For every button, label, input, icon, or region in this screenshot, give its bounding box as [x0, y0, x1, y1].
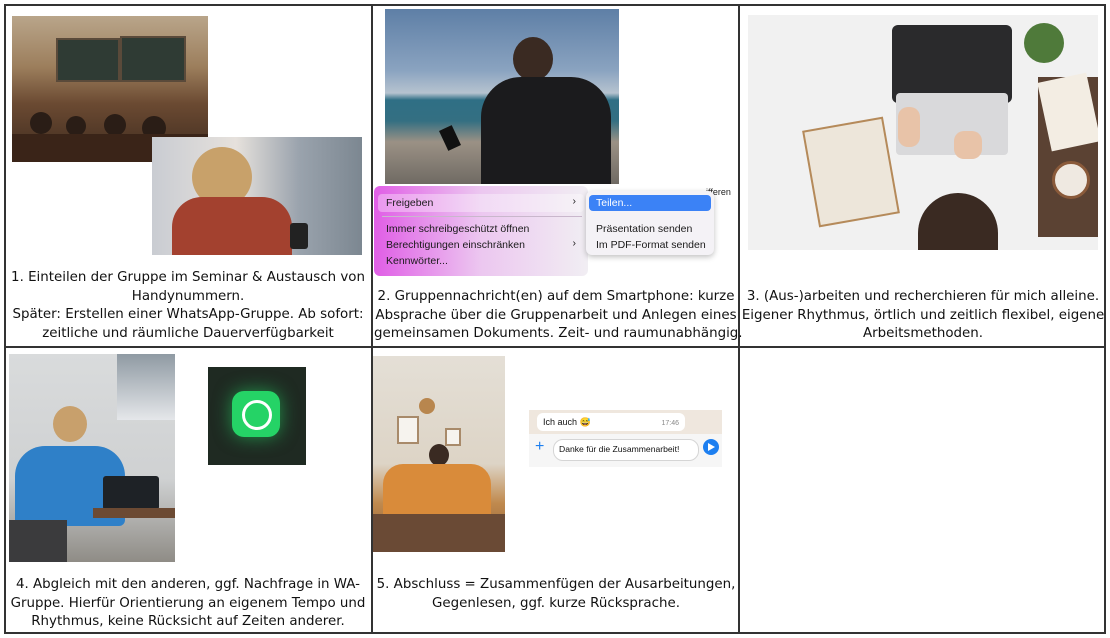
- caption-line: 4. Abgleich mit den anderen, ggf. Nachfr…: [15, 577, 361, 592]
- woman-laptop-photo: [9, 354, 175, 562]
- caption-step-2: 2. Gruppennachricht(en) auf dem Smartpho…: [374, 288, 743, 344]
- caption-line: 3. (Aus-)arbeiten und recherchieren für …: [746, 289, 1100, 304]
- caption-line: Arbeitsmethoden.: [862, 326, 984, 341]
- caption-step-4: 4. Abgleich mit den anderen, ggf. Nachfr…: [6, 576, 370, 632]
- whatsapp-icon: [232, 391, 280, 437]
- caption-line: Gegenlesen, ggf. kurze Rücksprache.: [432, 595, 680, 611]
- submenu-item-pdf[interactable]: Im PDF-Format senden: [596, 239, 706, 251]
- caption-line: Gruppe. Hierfür Orientierung an eigenem …: [10, 595, 366, 611]
- caption-step-3: 3. (Aus-)arbeiten und recherchieren für …: [740, 288, 1106, 344]
- message-time: 17:46: [661, 420, 679, 427]
- bedroom-photo: [373, 356, 505, 552]
- empty-panel: [740, 348, 1104, 632]
- send-icon[interactable]: [703, 439, 719, 455]
- menu-item-passwords[interactable]: Kennwörter...: [386, 255, 448, 267]
- caption-line: gemeinsamen Dokuments. Zeit- und raumuna…: [374, 326, 743, 341]
- caption-line: 1. Einteilen der Gruppe im Seminar & Aus…: [11, 270, 365, 285]
- menu-item-permissions[interactable]: Berechtigungen einschränken: [386, 239, 525, 251]
- submenu-item-teilen[interactable]: Teilen...: [596, 197, 632, 209]
- message-input-text: Danke für die Zusammenarbeit!: [559, 444, 680, 454]
- submenu-item-presentation[interactable]: Präsentation senden: [596, 223, 692, 235]
- caption-line: 2. Gruppennachricht(en) auf dem Smartpho…: [377, 289, 735, 304]
- share-submenu: Teilen... Präsentation senden Im PDF-For…: [586, 191, 714, 255]
- seaside-phone-photo: [385, 9, 619, 184]
- context-menu: Freigeben › Immer schreibgeschützt öffne…: [374, 186, 588, 276]
- plus-icon[interactable]: +: [535, 438, 544, 456]
- caption-step-1: 1. Einteilen der Gruppe im Seminar & Aus…: [6, 269, 370, 343]
- whatsapp-logo-photo: [208, 367, 306, 465]
- caption-line: zeitliche und räumliche Dauerverfügbarke…: [42, 325, 334, 341]
- caption-line: Handynummern.: [131, 288, 245, 304]
- caption-line: Später: Erstellen einer WhatsApp-Gruppe.…: [12, 307, 364, 322]
- chevron-right-icon: ›: [572, 195, 577, 207]
- message-text: Ich auch 😅: [543, 417, 591, 427]
- menu-item-read-only[interactable]: Immer schreibgeschützt öffnen: [386, 223, 529, 235]
- chevron-right-icon: ›: [572, 237, 577, 249]
- caption-line: Absprache über die Gruppenarbeit und Anl…: [375, 307, 737, 323]
- caption-line: Eigener Rhythmus, örtlich und zeitlich f…: [741, 307, 1105, 323]
- caption-step-5: 5. Abschluss = Zusammenfügen der Ausarbe…: [374, 576, 738, 613]
- incoming-message: Ich auch 😅 17:46: [537, 413, 685, 431]
- girl-with-phone-photo: [152, 137, 362, 255]
- message-input[interactable]: Danke für die Zusammenarbeit!: [553, 439, 699, 461]
- caption-line: Rhythmus, keine Rücksicht auf Zeiten and…: [31, 614, 345, 629]
- desk-laptop-photo: [748, 15, 1098, 250]
- menu-item-freigeben[interactable]: Freigeben: [386, 197, 433, 209]
- whatsapp-chat-snippet: Ich auch 😅 17:46 + Danke für die Zusamme…: [529, 410, 722, 467]
- input-bar: + Danke für die Zusammenarbeit!: [529, 434, 722, 467]
- caption-line: 5. Abschluss = Zusammenfügen der Ausarbe…: [376, 577, 736, 592]
